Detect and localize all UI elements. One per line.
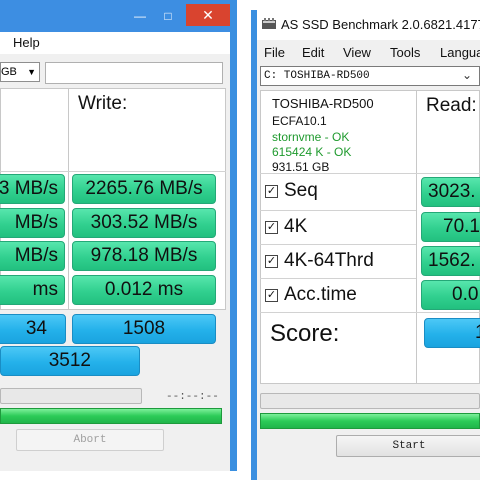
disk-size-value: GB (1, 66, 17, 78)
read-result-seq-value: 3023. (428, 181, 476, 202)
abort-button[interactable]: Abort (16, 429, 164, 451)
write-result-acc-value: 0.012 ms (104, 279, 184, 300)
chevron-down-icon: ▼ (27, 67, 36, 77)
test-4k[interactable]: ✓ 4K (265, 216, 307, 238)
read-result-seq: 3023. (421, 177, 480, 207)
read-score-value: 1 (475, 322, 480, 344)
left-progress-bar (0, 408, 222, 424)
row-divider (0, 171, 226, 172)
row-divider (260, 210, 416, 211)
4k-checkbox[interactable]: ✓ (265, 220, 278, 234)
write-result-acc: 0.012 ms (72, 275, 216, 305)
menu-help[interactable]: Help (13, 35, 40, 50)
row-divider (260, 278, 416, 279)
read-result-4k64-value: 1562. (428, 250, 476, 271)
menu-edit[interactable]: Edit (302, 45, 324, 60)
row-divider (260, 312, 480, 313)
chevron-down-icon[interactable]: ⌄ (462, 68, 472, 82)
write-result-seq-value: 2265.76 MB/s (85, 178, 203, 199)
right-column-divider (416, 90, 417, 384)
write-result-seq: 2265.76 MB/s (72, 174, 216, 204)
left-text-field[interactable] (45, 62, 223, 84)
disk-size-select[interactable]: GB ▼ (0, 62, 40, 82)
write-result-4k-value: 303.52 MB/s (90, 212, 198, 233)
acc-checkbox[interactable]: ✓ (265, 288, 278, 302)
write-result-4k64-value: 978.18 MB/s (90, 245, 198, 266)
left-read-score: 34 (0, 314, 66, 344)
left-read-score-value: 34 (25, 318, 47, 339)
menu-tools[interactable]: Tools (390, 45, 420, 60)
write-result-4k64: 978.18 MB/s (72, 241, 216, 271)
score-label: Score: (270, 320, 340, 347)
alignment-status: 615424 K - OK (272, 145, 352, 159)
test-4k-label: 4K (284, 216, 308, 237)
left-column-divider (68, 88, 69, 310)
test-4k64[interactable]: ✓ 4K-64Thrd (265, 250, 374, 272)
left-result-4k-value: MB/s (14, 212, 58, 233)
menu-language[interactable]: Langua (440, 45, 480, 60)
read-score: 1 (424, 318, 480, 348)
menu-file[interactable]: File (264, 45, 285, 60)
window-title: AS SSD Benchmark 2.0.6821.41776 (281, 17, 480, 32)
minimize-icon[interactable]: — (130, 6, 150, 26)
left-menubar: Help (0, 32, 230, 54)
menu-view[interactable]: View (343, 45, 371, 60)
start-button-label: Start (392, 440, 426, 452)
left-result-4k64: MB/s (0, 241, 65, 271)
drive-model: TOSHIBA-RD500 (272, 96, 374, 111)
drive-size: 931.51 GB (272, 160, 330, 174)
drive-firmware: ECFA10.1 (272, 114, 327, 128)
test-4k64-label: 4K-64Thrd (284, 250, 374, 271)
left-result-acc-value: ms (32, 279, 58, 300)
right-progress-track (260, 393, 480, 409)
seq-checkbox[interactable]: ✓ (265, 184, 278, 198)
row-divider (260, 244, 416, 245)
right-menubar: File Edit View Tools Langua (257, 40, 480, 64)
write-score-value: 1508 (122, 318, 166, 339)
read-result-4k-value: 70.1 (443, 216, 480, 237)
write-result-4k: 303.52 MB/s (72, 208, 216, 238)
elapsed-time: --:--:-- (166, 391, 219, 403)
driver-status: stornvme - OK (272, 130, 350, 144)
left-result-acc: ms (0, 275, 65, 305)
write-score: 1508 (72, 314, 216, 344)
read-result-acc: 0.0 (421, 280, 480, 310)
total-score: 3512 (0, 346, 140, 376)
read-result-4k64: 1562. (421, 246, 480, 276)
read-result-4k: 70.1 (421, 212, 480, 242)
left-result-seq-value: 3 MB/s (0, 178, 58, 199)
left-result-seq: 3 MB/s (0, 174, 65, 204)
start-button[interactable]: Start (336, 435, 480, 457)
left-result-4k64-value: MB/s (14, 245, 58, 266)
test-seq-label: Seq (284, 180, 318, 201)
total-score-value: 3512 (48, 350, 91, 371)
maximize-icon[interactable]: □ (158, 6, 178, 26)
4k64-checkbox[interactable]: ✓ (265, 254, 278, 268)
drive-select-value: C: TOSHIBA-RD500 (264, 70, 370, 82)
read-result-acc-value: 0.0 (452, 284, 479, 305)
left-progress-track (0, 388, 142, 404)
abort-button-label: Abort (73, 434, 107, 446)
right-progress-bar (260, 413, 480, 429)
app-logo-icon (262, 17, 276, 29)
test-acc[interactable]: ✓ Acc.time (265, 284, 357, 306)
drive-select[interactable]: C: TOSHIBA-RD500 (260, 66, 480, 86)
read-header: Read: (426, 95, 477, 116)
left-result-4k: MB/s (0, 208, 65, 238)
close-icon[interactable]: ✕ (186, 4, 230, 26)
left-titlebar: — □ ✕ (0, 0, 230, 32)
test-seq[interactable]: ✓ Seq (265, 180, 318, 202)
write-header: Write: (78, 93, 128, 114)
test-acc-label: Acc.time (284, 284, 357, 305)
